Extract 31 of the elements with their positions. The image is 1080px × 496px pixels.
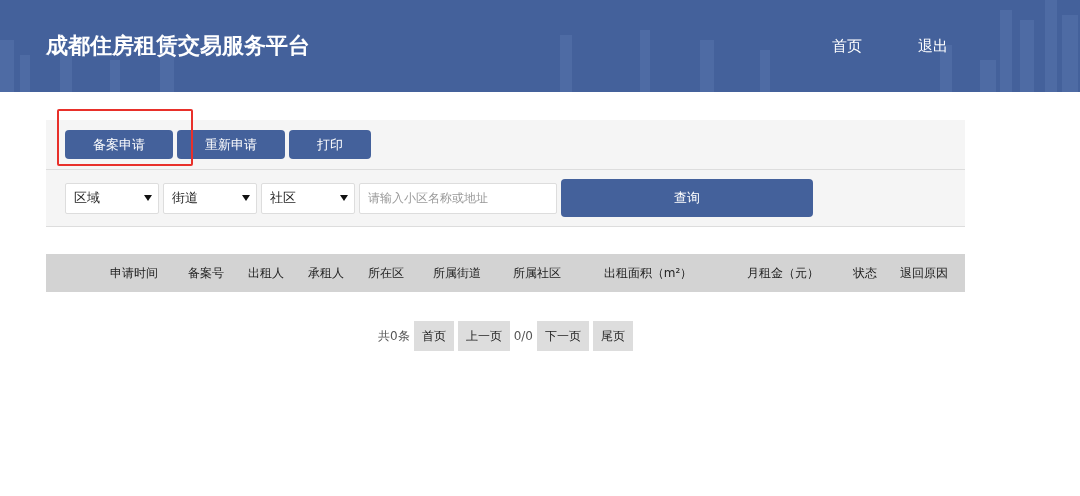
site-title: 成都住房租赁交易服务平台 (46, 32, 311, 60)
toolbar-button[interactable]: 备案申请 (65, 130, 173, 159)
column-header: 出租面积（m²） (602, 264, 694, 282)
column-header: 月租金（元） (746, 264, 820, 282)
page-indicator: 0/0 (513, 329, 533, 343)
query-button[interactable]: 查询 (561, 179, 813, 217)
column-header: 承租人 (307, 264, 345, 282)
caret-icon (340, 195, 348, 201)
toolbar-button[interactable]: 重新申请 (177, 130, 285, 159)
column-header: 所在区 (367, 264, 405, 282)
column-header: 申请时间 (109, 264, 159, 282)
column-header: 退回原因 (899, 264, 949, 282)
column-header: 出租人 (247, 264, 285, 282)
dropdown-select[interactable]: 街道 (163, 182, 257, 214)
caret-icon (144, 195, 152, 201)
nav-link[interactable]: 首页 (832, 36, 862, 56)
nav-link[interactable]: 退出 (918, 36, 948, 56)
column-header: 所属社区 (512, 264, 562, 282)
last-page-button[interactable]: 尾页 (592, 321, 633, 351)
prev-page-button[interactable]: 上一页 (457, 321, 510, 351)
column-header: 状态 (852, 264, 878, 282)
toolbar-button[interactable]: 打印 (289, 130, 371, 159)
search-field[interactable]: 请输入小区名称或地址 (359, 182, 557, 214)
next-page-button[interactable]: 下一页 (536, 321, 589, 351)
dropdown-select[interactable]: 区域 (65, 182, 159, 214)
column-header: 备案号 (187, 264, 225, 282)
column-header: 所属街道 (432, 264, 482, 282)
dropdown-select[interactable]: 社区 (261, 182, 355, 214)
caret-icon (242, 195, 250, 201)
first-page-button[interactable]: 首页 (413, 321, 454, 351)
total-count: 共0条 (378, 327, 410, 345)
